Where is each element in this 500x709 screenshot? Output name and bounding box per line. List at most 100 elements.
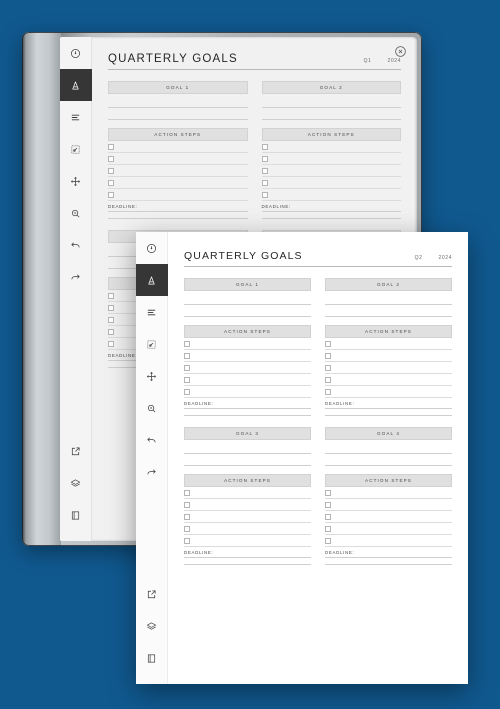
deadline-row[interactable]: DEADLINE:: [184, 547, 311, 558]
checkbox[interactable]: [108, 328, 114, 335]
sidebar-item-export[interactable]: [60, 435, 92, 467]
action-step-row[interactable]: [261, 177, 401, 189]
sidebar-item-move[interactable]: [136, 360, 168, 392]
action-step-row[interactable]: [325, 350, 452, 362]
action-step-row[interactable]: [325, 511, 452, 523]
sidebar-item-pages[interactable]: [60, 499, 92, 531]
action-step-row[interactable]: [184, 338, 311, 350]
sidebar-item-select[interactable]: [60, 133, 92, 165]
writing-line[interactable]: [184, 454, 311, 466]
checkbox[interactable]: [325, 352, 331, 359]
checkbox[interactable]: [184, 501, 190, 508]
checkbox[interactable]: [325, 537, 331, 544]
checkbox[interactable]: [108, 340, 114, 347]
action-step-row[interactable]: [108, 153, 248, 165]
action-step-row[interactable]: [108, 189, 248, 201]
checkbox[interactable]: [325, 388, 331, 395]
goal-title-bar[interactable]: GOAL 1: [184, 278, 311, 291]
writing-line[interactable]: [184, 293, 311, 305]
action-step-row[interactable]: [184, 374, 311, 386]
checkbox[interactable]: [325, 513, 331, 520]
sidebar-item-pages[interactable]: [136, 642, 168, 674]
action-step-row[interactable]: [184, 535, 311, 547]
goal-title-bar[interactable]: GOAL 2: [325, 278, 452, 291]
checkbox[interactable]: [108, 179, 114, 186]
sidebar-item-clock[interactable]: [60, 37, 92, 69]
action-steps-bar[interactable]: ACTION STEPS: [325, 474, 452, 487]
action-step-row[interactable]: [184, 499, 311, 511]
writing-line[interactable]: [325, 454, 452, 466]
action-step-row[interactable]: [325, 374, 452, 386]
goal-write-area[interactable]: [325, 440, 452, 466]
checkbox[interactable]: [261, 155, 268, 162]
close-icon[interactable]: [394, 45, 407, 58]
checkbox[interactable]: [108, 155, 114, 162]
action-step-row[interactable]: [261, 141, 401, 153]
action-step-row[interactable]: [108, 141, 248, 153]
deadline-row[interactable]: DEADLINE:: [261, 201, 401, 212]
action-step-row[interactable]: [325, 499, 452, 511]
writing-line[interactable]: [184, 558, 311, 565]
action-steps-bar[interactable]: ACTION STEPS: [184, 474, 311, 487]
action-step-row[interactable]: [184, 386, 311, 398]
action-step-row[interactable]: [184, 487, 311, 499]
sidebar-item-eraser[interactable]: [136, 296, 168, 328]
sidebar-item-layers[interactable]: [136, 610, 168, 642]
checkbox[interactable]: [325, 376, 331, 383]
checkbox[interactable]: [184, 525, 190, 532]
checkbox[interactable]: [261, 167, 268, 174]
checkbox[interactable]: [325, 364, 331, 371]
writing-line[interactable]: [108, 212, 248, 219]
sidebar-item-clock[interactable]: [136, 232, 168, 264]
checkbox[interactable]: [108, 143, 114, 150]
checkbox[interactable]: [184, 388, 190, 395]
deadline-row[interactable]: DEADLINE:: [108, 201, 248, 212]
checkbox[interactable]: [184, 376, 190, 383]
action-step-row[interactable]: [261, 189, 401, 201]
checkbox[interactable]: [108, 304, 114, 311]
writing-line[interactable]: [184, 442, 311, 454]
sidebar-item-export[interactable]: [136, 578, 168, 610]
checkbox[interactable]: [184, 364, 190, 371]
action-step-row[interactable]: [261, 153, 401, 165]
goal-title-bar[interactable]: GOAL 4: [325, 427, 452, 440]
writing-line[interactable]: [261, 212, 401, 219]
deadline-row[interactable]: DEADLINE:: [325, 547, 452, 558]
writing-line[interactable]: [261, 96, 401, 108]
sidebar-item-redo[interactable]: [136, 456, 168, 488]
goal-write-area[interactable]: [184, 291, 311, 317]
writing-line[interactable]: [108, 96, 248, 108]
sidebar-item-zoom[interactable]: [60, 197, 92, 229]
checkbox[interactable]: [184, 352, 190, 359]
sidebar-item-pen[interactable]: [60, 69, 92, 101]
sidebar-item-eraser[interactable]: [60, 101, 92, 133]
action-step-row[interactable]: [108, 165, 248, 177]
sidebar-item-select[interactable]: [136, 328, 168, 360]
writing-line[interactable]: [325, 305, 452, 317]
action-step-row[interactable]: [184, 511, 311, 523]
writing-line[interactable]: [108, 108, 248, 120]
goal-title-bar[interactable]: GOAL 3: [184, 427, 311, 440]
sidebar-item-layers[interactable]: [60, 467, 92, 499]
sidebar-item-undo[interactable]: [136, 424, 168, 456]
action-step-row[interactable]: [184, 523, 311, 535]
writing-line[interactable]: [325, 409, 452, 416]
checkbox[interactable]: [108, 167, 114, 174]
checkbox[interactable]: [325, 340, 331, 347]
checkbox[interactable]: [325, 501, 331, 508]
action-step-row[interactable]: [325, 386, 452, 398]
action-steps-bar[interactable]: ACTION STEPS: [184, 325, 311, 338]
checkbox[interactable]: [184, 489, 190, 496]
goal-write-area[interactable]: [261, 94, 401, 120]
action-step-row[interactable]: [108, 177, 248, 189]
checkbox[interactable]: [261, 179, 268, 186]
checkbox[interactable]: [325, 489, 331, 496]
sidebar-item-undo[interactable]: [60, 229, 92, 261]
checkbox[interactable]: [184, 537, 190, 544]
checkbox[interactable]: [108, 292, 114, 299]
goal-write-area[interactable]: [108, 94, 248, 120]
action-steps-bar[interactable]: ACTION STEPS: [261, 128, 401, 141]
action-steps-bar[interactable]: ACTION STEPS: [108, 128, 248, 141]
goal-title-bar[interactable]: GOAL 1: [108, 81, 248, 94]
checkbox[interactable]: [184, 340, 190, 347]
